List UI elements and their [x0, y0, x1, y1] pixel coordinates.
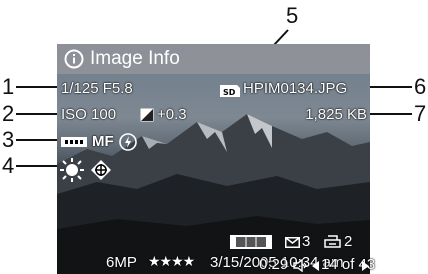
callout-7-leader — [368, 113, 412, 115]
callout-1-leader — [16, 86, 60, 88]
sd-card-icon: SD — [220, 85, 240, 97]
title-bar: Image Info — [57, 44, 370, 74]
ev-compensation-value: +0.3 — [157, 106, 187, 123]
flash-off-icon — [119, 133, 137, 151]
callout-2-leader — [16, 113, 60, 115]
callout-7: 7 — [414, 101, 427, 126]
svg-text:SD: SD — [223, 88, 236, 97]
focus-mode-text: MF — [92, 133, 114, 150]
envelope-icon — [285, 237, 300, 248]
iso-text: ISO 100 — [61, 106, 117, 123]
metering-icon — [91, 160, 111, 180]
sun-icon — [60, 158, 84, 182]
callout-6-leader — [368, 86, 412, 88]
callout-6: 6 — [414, 74, 427, 99]
email-count: 3 — [302, 233, 311, 250]
callout-1: 1 — [2, 74, 15, 99]
page-title: Image Info — [90, 48, 180, 69]
print-icon — [324, 235, 341, 248]
callout-4-leader — [16, 165, 60, 167]
callout-3-leader — [16, 139, 60, 141]
prev-arrow-icon[interactable] — [312, 261, 319, 271]
filesize-text: 1,825 KB — [305, 106, 367, 123]
filename-text: HPIM0134.JPG — [243, 80, 348, 97]
focus-range-icon — [61, 137, 87, 147]
next-arrow-icon[interactable] — [362, 261, 369, 271]
callout-4: 4 — [2, 153, 15, 178]
info-icon — [64, 49, 84, 69]
quality-stars: ★★★★ — [148, 253, 195, 269]
camera-screen: Image Info 1/125 F5.8 ISO 100 +0.3 MF SD… — [57, 44, 370, 274]
callout-5: 5 — [286, 3, 299, 28]
resolution-text: 6MP — [106, 254, 137, 271]
callout-2: 2 — [2, 101, 15, 126]
panorama-icon — [230, 235, 272, 249]
callout-3: 3 — [2, 127, 15, 152]
speaker-icon — [293, 259, 307, 272]
duration-text: 0:29 — [259, 256, 289, 273]
exposure-compensation-icon — [140, 108, 154, 122]
print-count: 2 — [344, 233, 353, 250]
exposure-text: 1/125 F5.8 — [61, 80, 133, 97]
